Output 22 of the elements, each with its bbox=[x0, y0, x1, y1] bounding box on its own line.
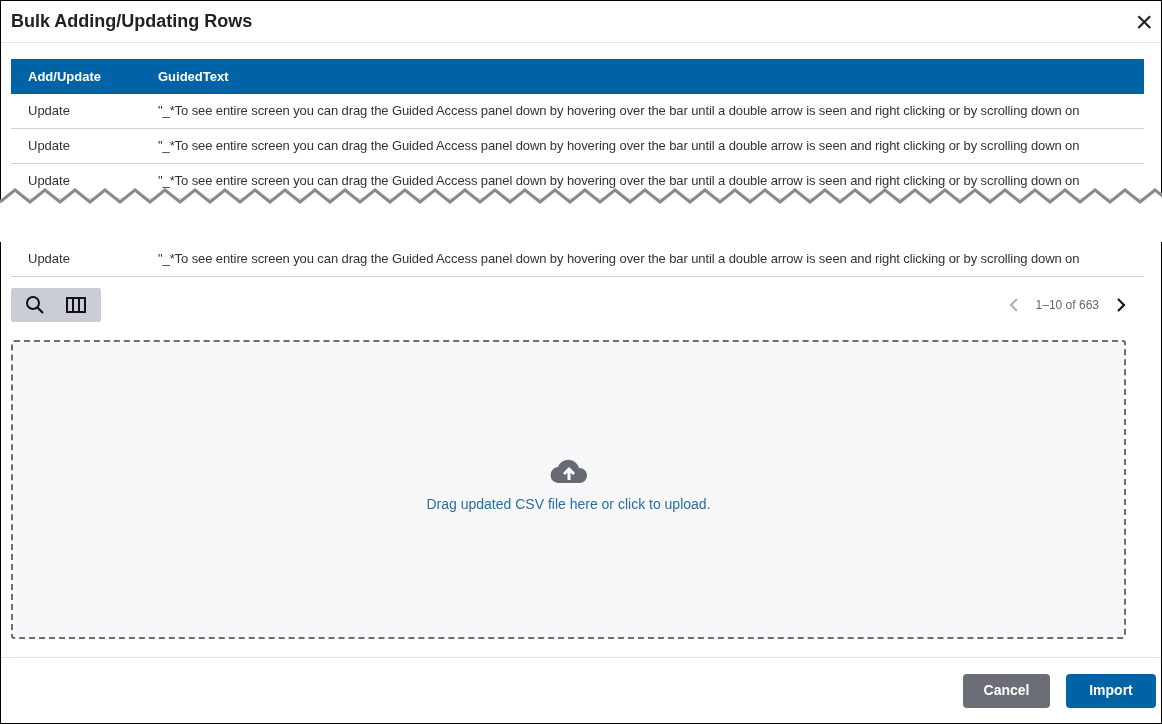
table-cell-text: "_*To see entire screen you can drag the Guided Access panel down by hovering over the bar until a double arrow is seen and right clicking or by scrolling down on bbox=[158, 137, 1080, 156]
page-range: 1–10 of 663 bbox=[1035, 297, 1099, 314]
upload-dropzone[interactable]: Drag updated CSV file here or click to upload. bbox=[11, 340, 1126, 639]
table-cell-text: Update bbox=[27, 172, 71, 191]
cloud-upload-icon bbox=[550, 459, 587, 483]
table-cell-text: Update bbox=[27, 102, 71, 121]
table-cell-text: "_*To see entire screen you can drag the Guided Access panel down by hovering over the bar until a double arrow is seen and right clicking or by scrolling down on bbox=[158, 172, 1080, 191]
dialog-title: Bulk Adding/Updating Rows bbox=[11, 10, 253, 33]
chevron-right-icon bbox=[1117, 298, 1126, 312]
table-cell-text: Update bbox=[27, 250, 71, 269]
close-button[interactable]: × bbox=[1131, 6, 1157, 37]
column-header: GuidedText bbox=[158, 67, 230, 86]
import-button[interactable]: Import bbox=[1066, 673, 1156, 708]
upload-prompt: Drag updated CSV file here or click to upload. bbox=[426, 495, 711, 514]
cancel-button[interactable]: Cancel bbox=[963, 673, 1050, 708]
table-cell-text: Update bbox=[27, 137, 71, 156]
chevron-left-icon bbox=[1009, 298, 1018, 312]
table-cell-text: "_*To see entire screen you can drag the Guided Access panel down by hovering over the bar until a double arrow is seen and right clicking or by scrolling down on bbox=[158, 102, 1080, 121]
columns-icon bbox=[66, 297, 86, 313]
table-cell-text: "_*To see entire screen you can drag the Guided Access panel down by hovering over the bar until a double arrow is seen and right clicking or by scrolling down on bbox=[158, 250, 1080, 269]
column-header: Add/Update bbox=[27, 67, 102, 86]
search-icon bbox=[26, 296, 44, 314]
